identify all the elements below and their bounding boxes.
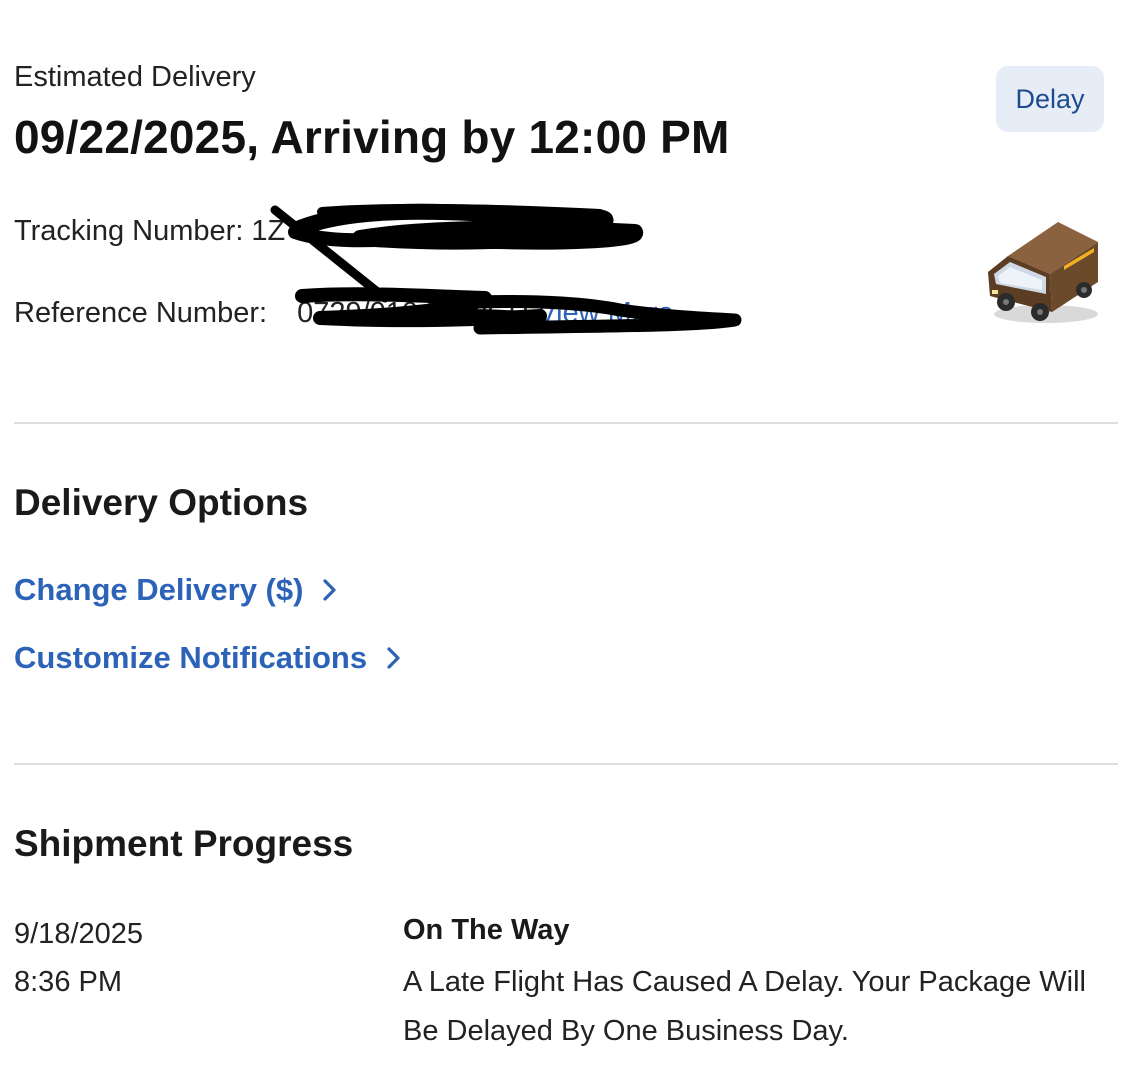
section-divider — [14, 422, 1118, 424]
estimated-delivery-label: Estimated Delivery — [14, 61, 256, 93]
chevron-right-icon — [387, 647, 400, 669]
reference-number-row: Reference Number: 0729/010 DHPCR View Mor… — [14, 294, 674, 332]
tracking-number-value: 1Z — [251, 215, 286, 247]
customize-notifications-label: Customize Notifications — [14, 640, 368, 675]
chevron-right-icon — [323, 579, 337, 601]
delivery-options-title: Delivery Options — [14, 482, 309, 523]
view-more-link[interactable]: View More — [537, 297, 673, 329]
section-divider — [14, 763, 1118, 765]
progress-event-time: 8:36 PM — [14, 966, 122, 998]
reference-number-label: Reference Number: — [14, 297, 268, 329]
progress-event-description: A Late Flight Has Caused A Delay. Your P… — [403, 966, 1086, 1047]
change-delivery-link[interactable]: Change Delivery ($) — [14, 570, 341, 610]
change-delivery-label: Change Delivery ($) — [14, 572, 304, 607]
progress-event-datetime: 9/18/2025 8:36 PM — [14, 910, 143, 1006]
customize-notifications-link[interactable]: Customize Notifications — [14, 638, 405, 678]
estimated-delivery-date: 09/22/2025, Arriving by 12:00 PM — [14, 111, 730, 163]
reference-number-value: 0729/010 DHPCR — [297, 297, 530, 329]
shipment-progress-title: Shipment Progress — [14, 823, 354, 864]
delivery-truck-icon — [988, 222, 1098, 323]
delay-status-badge: Delay — [996, 66, 1104, 132]
tracking-number-label: Tracking Number: — [14, 215, 244, 247]
progress-event-date: 9/18/2025 — [14, 918, 144, 950]
progress-event-status: On The Way — [403, 914, 570, 946]
tracking-number-row: Tracking Number: 1Z — [14, 212, 285, 250]
